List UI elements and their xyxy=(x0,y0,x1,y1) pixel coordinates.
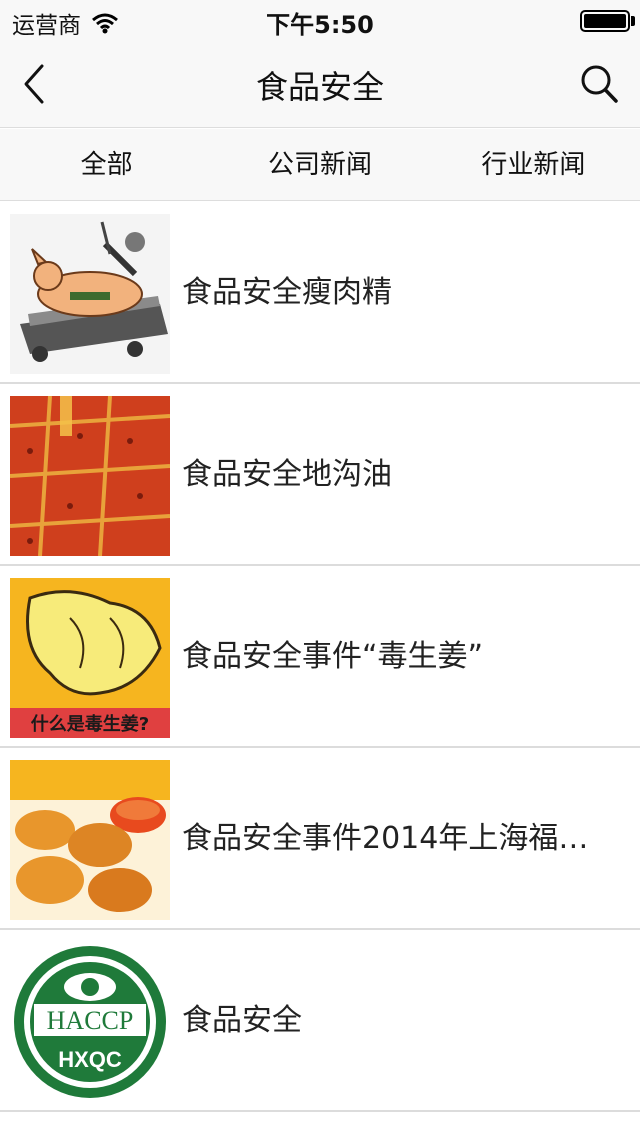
list-item[interactable]: 什么是毒生姜? 食品安全事件“毒生姜” xyxy=(0,566,640,748)
list-item[interactable]: 食品安全瘦肉精 xyxy=(0,202,640,384)
pig-thumbnail xyxy=(10,214,170,374)
article-title: 食品安全事件2014年上海福… xyxy=(182,821,589,856)
list-item[interactable]: 食品安全地沟油 xyxy=(0,384,640,566)
search-button[interactable] xyxy=(578,60,622,108)
list-item[interactable]: HACCP HXQC 食品安全 xyxy=(0,930,640,1112)
list-item[interactable]: 食品安全事件2014年上海福… xyxy=(0,748,640,930)
ginger-caption: 什么是毒生姜? xyxy=(31,713,149,735)
article-title: 食品安全事件“毒生姜” xyxy=(182,639,484,674)
article-title: 食品安全 xyxy=(182,1003,302,1038)
ginger-thumbnail: 什么是毒生姜? xyxy=(10,578,170,738)
haccp-logo-thumbnail: HACCP HXQC xyxy=(10,942,170,1102)
tab-industry-news[interactable]: 行业新闻 xyxy=(427,129,640,200)
nav-bar: 食品安全 xyxy=(0,40,640,128)
article-title: 食品安全地沟油 xyxy=(182,457,392,492)
article-title: 食品安全瘦肉精 xyxy=(182,275,392,310)
status-time: 下午5:50 xyxy=(266,11,374,39)
battery-icon xyxy=(580,10,630,32)
page-title: 食品安全 xyxy=(255,68,384,106)
status-bar: 运营商 下午5:50 xyxy=(0,0,640,40)
tab-company-news[interactable]: 公司新闻 xyxy=(213,129,426,200)
oil-thumbnail xyxy=(10,396,170,556)
article-list: 食品安全瘦肉精 食品安全地沟油 什么是毒生姜? 食品安全事件“毒生姜” 食品安全… xyxy=(0,202,640,1112)
nuggets-thumbnail xyxy=(10,760,170,920)
haccp-logo-text: HACCP xyxy=(47,1006,134,1035)
battery-tip xyxy=(631,16,635,26)
tab-all[interactable]: 全部 xyxy=(0,129,213,200)
hxqc-logo-text: HXQC xyxy=(58,1047,122,1072)
category-tabs: 全部 公司新闻 行业新闻 xyxy=(0,129,640,201)
search-icon xyxy=(581,65,618,103)
